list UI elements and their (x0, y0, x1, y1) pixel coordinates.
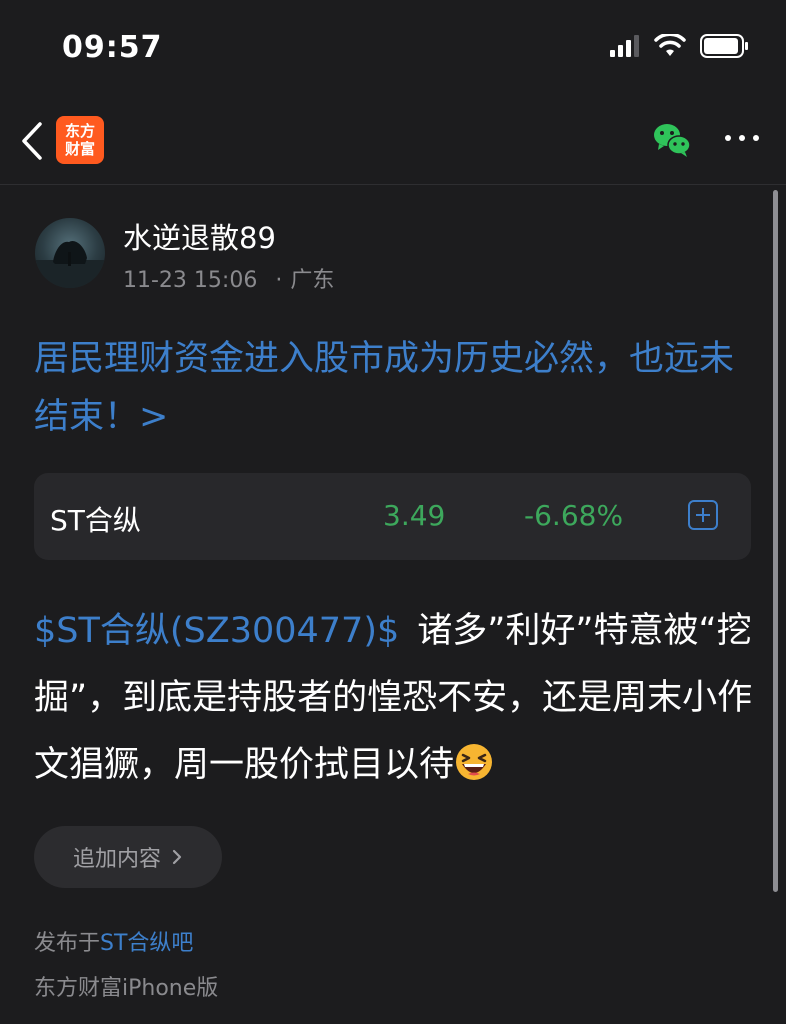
avatar[interactable] (35, 218, 105, 288)
posted-in: 发布于ST合纵吧 (34, 925, 193, 957)
forum-link[interactable]: ST合纵吧 (100, 931, 193, 956)
add-to-watchlist-button[interactable] (688, 500, 718, 530)
wifi-icon (654, 34, 686, 56)
back-button[interactable] (18, 120, 48, 162)
post-timestamp: 11-23 15:06 (123, 268, 258, 293)
wechat-share-button[interactable] (652, 120, 692, 160)
append-content-label: 追加内容 (72, 847, 161, 872)
logo-line-2: 财富 (64, 140, 95, 158)
post-title-link[interactable]: 居民理财资金进入股市成为历史必然，也远未结束！> (34, 330, 750, 446)
stock-quote-card[interactable]: ST合纵 3.49 -6.68% (34, 473, 751, 560)
stock-change: -6.68% (524, 499, 624, 532)
append-content-button[interactable]: 追加内容 (34, 826, 222, 888)
battery-icon (700, 34, 748, 58)
avatar-image (35, 240, 105, 288)
status-time: 09:57 (62, 30, 163, 65)
logo-line-1: 东方 (64, 122, 95, 140)
posted-in-prefix: 发布于 (34, 931, 101, 956)
chevron-right-icon (172, 849, 182, 865)
author-name[interactable]: 水逆退散89 (123, 215, 276, 257)
grinning-squinting-face-icon (456, 744, 493, 780)
status-bar: 09:57 (0, 0, 786, 100)
status-icons (610, 34, 750, 58)
chevron-left-icon (22, 122, 42, 160)
post-body: $ST合纵(SZ300477)$ 诸多”利好”特意被“挖掘”，到底是持股者的惶恐不… (34, 598, 756, 799)
nav-bar: 东方 财富 (0, 100, 786, 185)
wechat-icon (654, 124, 691, 157)
scrollbar[interactable] (773, 190, 778, 892)
stock-price: 3.49 (383, 499, 446, 532)
cellular-signal-icon (610, 35, 639, 57)
more-dots-icon (725, 135, 759, 141)
post-meta: 11-23 15:06 · 广东 (123, 262, 334, 294)
stock-name: ST合纵 (50, 504, 141, 537)
app-logo[interactable]: 东方 财富 (56, 116, 104, 164)
client-source: 东方财富iPhone版 (34, 976, 219, 1001)
more-options-button[interactable] (724, 126, 760, 150)
stock-tag-link[interactable]: $ST合纵(SZ300477)$ (34, 611, 399, 651)
meta-separator: · (275, 268, 283, 293)
post-location: 广东 (290, 268, 335, 293)
